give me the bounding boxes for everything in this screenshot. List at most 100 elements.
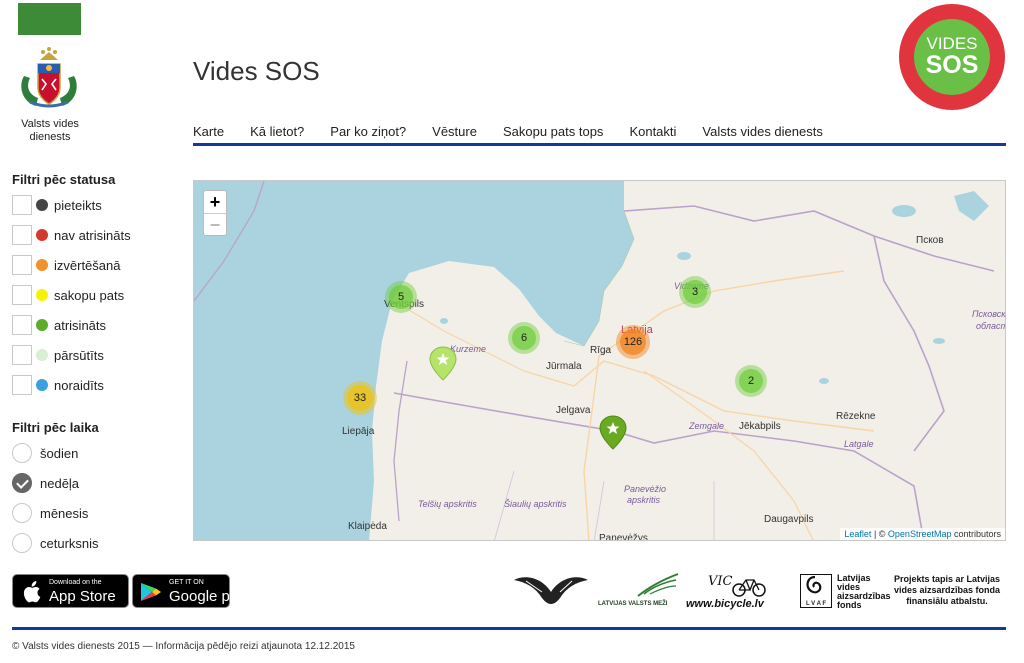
sponsor-bicycle-logo[interactable]: VIC www.bicycle.lv [686,572,772,616]
footer-divider [12,627,1006,630]
time-label: šodien [40,445,79,461]
time-label: mēnesis [40,505,89,521]
time-filter-sodien[interactable]: šodien [12,438,187,468]
sponsor-lvm-logo[interactable]: LATVIJAS VALSTS MEŽI [598,572,680,612]
map-marker-star-icon[interactable] [429,346,457,382]
checkbox[interactable] [12,285,32,305]
checkbox[interactable] [12,315,32,335]
status-label: pieteikts [54,197,102,213]
copyright-text: © Valsts vides dienests 2015 — Informāci… [12,641,355,652]
map-label-siauliu: Šiaulių apskritis [504,499,567,509]
radio-button[interactable] [12,443,32,463]
status-dot-icon [36,349,48,361]
sponsor-birds-logo[interactable] [512,572,590,618]
status-dot-icon [36,289,48,301]
status-dot-icon [36,379,48,391]
status-dot-icon [36,319,48,331]
status-dot-icon [36,259,48,271]
status-filter-atrisinats[interactable]: atrisināts [12,310,187,340]
map-label-oblast: област [976,321,1006,331]
status-filter-title: Filtri pēc statusa [12,172,116,187]
radio-button[interactable] [12,503,32,523]
zoom-in-button[interactable]: + [204,191,226,213]
map-label-daugavpils: Daugavpils [764,514,814,525]
map-label-riga: Rīga [590,345,612,356]
leaflet-link[interactable]: Leaflet [844,529,871,539]
checkbox[interactable] [12,255,32,275]
status-filter-nav-atrisinats[interactable]: nav atrisināts [12,220,187,250]
map-cluster-vidzeme[interactable]: 3 [679,276,711,308]
bicycle-url-text: www.bicycle.lv [686,598,764,610]
checkbox[interactable] [12,375,32,395]
status-filter-pieteikts[interactable]: pieteikts [12,190,187,220]
map-cluster-riga[interactable]: 126 [616,325,650,359]
map-view[interactable]: + − Ventspils Kurzeme Rīga Jūrmala Jelga… [193,180,1006,541]
time-filter-nedela[interactable]: nedēļa [12,468,187,498]
vides-sos-logo-inner: VIDES SOS [914,19,990,95]
openstreetmap-link[interactable]: OpenStreetMap [888,529,952,539]
map-label-liepaja: Liepāja [342,426,375,437]
checkbox[interactable] [12,345,32,365]
fund-note: Projekts tapis ar Latvijas vides aizsard… [893,574,1001,606]
logo-text-sos: SOS [925,51,979,79]
status-filter-sakopu-pats[interactable]: sakopu pats [12,280,187,310]
google-play-small-text: GET IT ON [169,579,204,586]
map-label-panevezys: Panevėžys [599,533,648,541]
map-cluster-tukums[interactable]: 6 [508,322,540,354]
map-label-zemgale: Zemgale [689,421,725,431]
attribution-separator: | © [871,529,888,539]
map-label-jekabpils: Jēkabpils [739,421,781,432]
radio-button-checked[interactable] [12,473,32,493]
nav-item-vesture[interactable]: Vēsture [432,124,477,143]
time-label: ceturksnis [40,535,99,551]
page-title: Vides SOS [193,56,320,86]
coat-of-arms-logo[interactable] [16,46,82,112]
main-nav: Karte Kā lietot? Par ko ziņot? Vēsture S… [193,124,1006,146]
org-name: Valsts vides dienests [10,118,90,144]
nav-item-sakopu-pats-tops[interactable]: Sakopu pats tops [503,124,603,143]
map-cluster-madona[interactable]: 2 [735,365,767,397]
bicycle-icon [732,579,766,597]
map-attribution: Leaflet | © OpenStreetMap contributors [840,528,1005,540]
map-base-layer [194,181,1005,540]
checkbox[interactable] [12,195,32,215]
map-label-klaipeda: Klaipėda [348,521,387,532]
cluster-count: 3 [683,280,707,304]
nav-item-par-ko-zinot[interactable]: Par ko ziņot? [330,124,406,143]
zoom-out-button[interactable]: − [204,213,226,235]
filters-sidebar: Filtri pēc statusa pieteikts nav atrisin… [12,172,187,558]
checkbox[interactable] [12,225,32,245]
status-filter-noraidits[interactable]: noraidīts [12,370,187,400]
radio-button[interactable] [12,533,32,553]
vic-text: VIC [708,574,733,589]
google-play-icon [141,583,161,601]
nav-item-ka-lietot[interactable]: Kā lietot? [250,124,304,143]
status-dot-icon [36,229,48,241]
map-label-jelgava: Jelgava [556,405,591,416]
nav-item-valsts-vides-dienests[interactable]: Valsts vides dienests [702,124,822,143]
nav-item-kontakti[interactable]: Kontakti [629,124,676,143]
cluster-count: 33 [347,385,373,411]
attribution-contributors: contributors [951,529,1001,539]
nav-item-karte[interactable]: Karte [193,124,224,143]
time-filter-menesis[interactable]: mēnesis [12,498,187,528]
map-label-jurmala: Jūrmala [546,361,582,372]
status-filter-list: pieteikts nav atrisināts izvērtēšanā sak… [12,190,187,400]
cluster-count: 126 [620,329,646,355]
app-store-small-text: Download on the [49,579,102,586]
cluster-count: 6 [512,326,536,350]
vides-sos-logo[interactable]: VIDES SOS [899,4,1005,110]
app-store-button[interactable]: Download on the App Store [12,574,129,608]
google-play-button[interactable]: GET IT ON Google play [132,574,249,608]
time-filter-ceturksnis[interactable]: ceturksnis [12,528,187,558]
map-cluster-ventspils[interactable]: 5 [385,281,417,313]
map-marker-star-icon[interactable] [599,415,627,451]
status-filter-parsutits[interactable]: pārsūtīts [12,340,187,370]
status-filter-izvertesana[interactable]: izvērtēšanā [12,250,187,280]
org-name-line-2: dienests [29,131,71,143]
map-cluster-liepaja[interactable]: 33 [343,381,377,415]
time-label: nedēļa [40,475,80,491]
map-label-latgale: Latgale [844,439,874,449]
status-label: sakopu pats [54,287,125,303]
sponsor-lvaf-logo[interactable]: L V A F Latvijas vides aizsardzības fond… [800,572,891,612]
